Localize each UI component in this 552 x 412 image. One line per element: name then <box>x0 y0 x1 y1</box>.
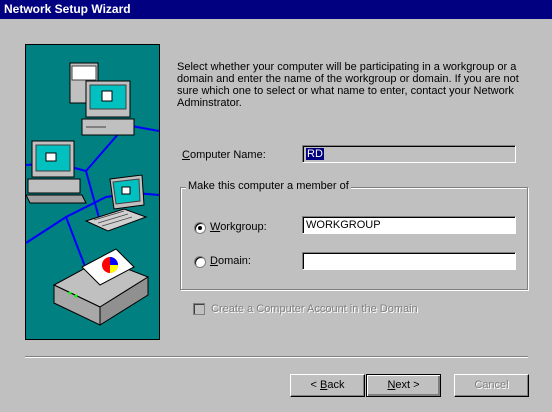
workgroup-label[interactable]: Workgroup: <box>210 221 267 233</box>
create-account-checkbox[interactable] <box>193 303 205 315</box>
network-illustration <box>25 44 160 340</box>
computer-name-field[interactable]: RD <box>302 145 516 163</box>
wizard-window: Network Setup Wizard Select whether your… <box>0 0 552 412</box>
server-computer-icon <box>69 62 135 136</box>
button-separator <box>25 356 528 358</box>
domain-input[interactable] <box>302 252 516 270</box>
create-account-label: Create a Computer Account in the Domain <box>211 303 418 315</box>
wizard-description: Select whether your computer will be par… <box>177 61 519 109</box>
workgroup-radio[interactable] <box>194 222 206 234</box>
member-groupbox: Make this computer a member of <box>180 180 528 290</box>
next-button[interactable]: Next > <box>366 374 441 397</box>
printer-icon <box>52 248 150 326</box>
domain-label[interactable]: Domain: <box>210 255 251 267</box>
computer-name-value: RD <box>306 148 324 160</box>
computer-name-label: Computer Name: <box>182 149 266 161</box>
workgroup-input[interactable]: WORKGROUP <box>302 216 516 234</box>
member-groupbox-legend: Make this computer a member of <box>186 180 351 192</box>
network-illustration-svg <box>26 62 159 326</box>
back-button[interactable]: < Back <box>290 374 365 397</box>
cancel-button[interactable]: Cancel <box>454 374 529 397</box>
domain-radio[interactable] <box>194 256 206 268</box>
window-title: Network Setup Wizard <box>4 2 131 16</box>
title-bar[interactable]: Network Setup Wizard <box>0 0 552 19</box>
desktop-computer-icon <box>26 140 87 204</box>
radio-selected-dot <box>198 226 202 230</box>
